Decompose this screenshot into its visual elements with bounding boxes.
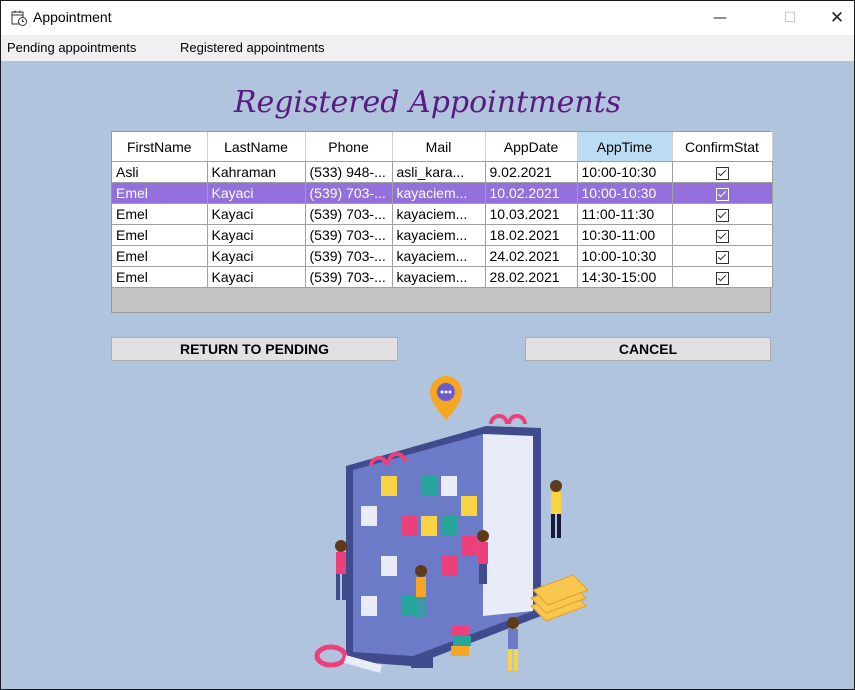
column-header-firstname[interactable]: FirstName bbox=[112, 132, 208, 162]
menu-registered-appointments[interactable]: Registered appointments bbox=[180, 40, 325, 55]
column-header-phone[interactable]: Phone bbox=[305, 132, 393, 162]
cell-apptime[interactable]: 14:30-15:00 bbox=[577, 266, 673, 288]
cell-apptime[interactable]: 11:00-11:30 bbox=[577, 203, 673, 225]
cell-phone[interactable]: (533) 948-... bbox=[305, 161, 393, 183]
main-panel: Registered Appointments FirstName LastNa… bbox=[1, 61, 854, 689]
cell-phone[interactable]: (539) 703-... bbox=[305, 245, 393, 267]
column-header-confirmstat[interactable]: ConfirmStat bbox=[672, 132, 773, 162]
cell-phone[interactable]: (539) 703-... bbox=[305, 203, 393, 225]
table-row[interactable]: Emel Kayaci (539) 703-... kayaciem... 28… bbox=[112, 266, 773, 288]
column-header-lastname[interactable]: LastName bbox=[207, 132, 306, 162]
cell-confirmstat[interactable] bbox=[672, 182, 773, 204]
cell-mail[interactable]: kayaciem... bbox=[392, 266, 486, 288]
header-row: FirstName LastName Phone Mail AppDate Ap… bbox=[112, 132, 773, 162]
cell-appdate[interactable]: 28.02.2021 bbox=[485, 266, 578, 288]
cell-lastname[interactable]: Kayaci bbox=[207, 245, 306, 267]
column-header-apptime[interactable]: AppTime bbox=[577, 132, 673, 162]
cell-lastname[interactable]: Kayaci bbox=[207, 224, 306, 246]
maximize-button[interactable]: ☐ bbox=[767, 1, 813, 35]
cell-firstname[interactable]: Emel bbox=[112, 182, 208, 204]
table-row[interactable]: Emel Kayaci (539) 703-... kayaciem... 24… bbox=[112, 245, 773, 267]
cell-apptime[interactable]: 10:00-10:30 bbox=[577, 161, 673, 183]
cell-mail[interactable]: kayaciem... bbox=[392, 182, 486, 204]
cell-apptime[interactable]: 10:30-11:00 bbox=[577, 224, 673, 246]
cell-appdate[interactable]: 9.02.2021 bbox=[485, 161, 578, 183]
table-row[interactable]: Emel Kayaci (539) 703-... kayaciem... 10… bbox=[112, 182, 773, 204]
column-header-mail[interactable]: Mail bbox=[392, 132, 486, 162]
minimize-button[interactable]: — bbox=[697, 1, 743, 35]
window-title: Appointment bbox=[33, 9, 112, 25]
cell-firstname[interactable]: Emel bbox=[112, 203, 208, 225]
cell-phone[interactable]: (539) 703-... bbox=[305, 224, 393, 246]
confirm-checkbox[interactable] bbox=[715, 166, 729, 180]
cell-lastname[interactable]: Kahraman bbox=[207, 161, 306, 183]
close-button[interactable]: ✕ bbox=[814, 1, 854, 35]
cell-confirmstat[interactable] bbox=[672, 224, 773, 246]
calendar-clock-icon bbox=[11, 10, 27, 26]
confirm-checkbox[interactable] bbox=[715, 208, 729, 222]
confirm-checkbox[interactable] bbox=[715, 250, 729, 264]
menu-bar: Pending appointments Registered appointm… bbox=[1, 35, 854, 61]
cell-firstname[interactable]: Emel bbox=[112, 224, 208, 246]
return-to-pending-button[interactable]: RETURN TO PENDING bbox=[111, 337, 398, 361]
table-row[interactable]: Emel Kayaci (539) 703-... kayaciem... 10… bbox=[112, 203, 773, 225]
menu-pending-appointments[interactable]: Pending appointments bbox=[7, 40, 136, 55]
cell-apptime[interactable]: 10:00-10:30 bbox=[577, 182, 673, 204]
column-header-appdate[interactable]: AppDate bbox=[485, 132, 578, 162]
cell-confirmstat[interactable] bbox=[672, 161, 773, 183]
cell-mail[interactable]: kayaciem... bbox=[392, 203, 486, 225]
cell-phone[interactable]: (539) 703-... bbox=[305, 182, 393, 204]
appointments-table: FirstName LastName Phone Mail AppDate Ap… bbox=[112, 132, 773, 288]
cell-phone[interactable]: (539) 703-... bbox=[305, 266, 393, 288]
confirm-checkbox[interactable] bbox=[715, 271, 729, 285]
cell-lastname[interactable]: Kayaci bbox=[207, 266, 306, 288]
confirm-checkbox[interactable] bbox=[715, 187, 729, 201]
calendar-illustration bbox=[314, 376, 589, 673]
cell-firstname[interactable]: Emel bbox=[112, 245, 208, 267]
title-bar[interactable]: Appointment — ☐ ✕ bbox=[1, 1, 854, 35]
cancel-button[interactable]: CANCEL bbox=[525, 337, 771, 361]
cell-appdate[interactable]: 18.02.2021 bbox=[485, 224, 578, 246]
cell-confirmstat[interactable] bbox=[672, 245, 773, 267]
cell-appdate[interactable]: 10.03.2021 bbox=[485, 203, 578, 225]
cell-mail[interactable]: asli_kara... bbox=[392, 161, 486, 183]
table-row[interactable]: Asli Kahraman (533) 948-... asli_kara...… bbox=[112, 161, 773, 183]
confirm-checkbox[interactable] bbox=[715, 229, 729, 243]
cell-lastname[interactable]: Kayaci bbox=[207, 203, 306, 225]
cell-mail[interactable]: kayaciem... bbox=[392, 245, 486, 267]
cell-apptime[interactable]: 10:00-10:30 bbox=[577, 245, 673, 267]
table-row[interactable]: Emel Kayaci (539) 703-... kayaciem... 18… bbox=[112, 224, 773, 246]
cell-confirmstat[interactable] bbox=[672, 203, 773, 225]
cell-lastname[interactable]: Kayaci bbox=[207, 182, 306, 204]
cell-firstname[interactable]: Emel bbox=[112, 266, 208, 288]
cell-firstname[interactable]: Asli bbox=[112, 161, 208, 183]
cell-appdate[interactable]: 24.02.2021 bbox=[485, 245, 578, 267]
cell-mail[interactable]: kayaciem... bbox=[392, 224, 486, 246]
location-pin-icon bbox=[430, 376, 462, 420]
appointments-grid[interactable]: FirstName LastName Phone Mail AppDate Ap… bbox=[111, 131, 773, 313]
page-title: Registered Appointments bbox=[233, 85, 622, 120]
appointment-window: Appointment — ☐ ✕ Pending appointments R… bbox=[0, 0, 855, 690]
cell-appdate[interactable]: 10.02.2021 bbox=[485, 182, 578, 204]
cell-confirmstat[interactable] bbox=[672, 266, 773, 288]
